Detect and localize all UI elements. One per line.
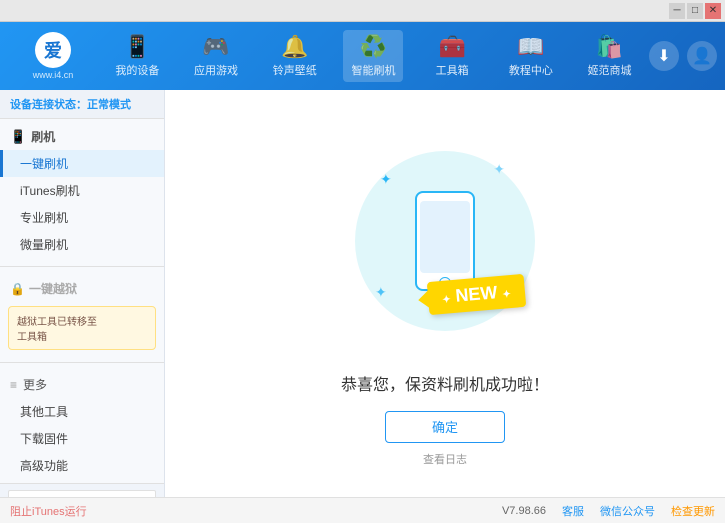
success-text: 恭喜您，保资料刷机成功啦！ — [341, 371, 549, 395]
nav-item-ringtone[interactable]: 🔔 铃声壁纸 — [265, 30, 325, 82]
top-nav: 爱 www.i4.cn 📱 我的设备 🎮 应用游戏 🔔 铃声壁纸 ♻️ 智能刷机… — [0, 22, 725, 90]
nav-right: ⬇ 👤 — [649, 41, 717, 71]
apps-icon: 🎮 — [202, 34, 229, 60]
account-button[interactable]: 👤 — [687, 41, 717, 71]
nav-label-tutorial: 教程中心 — [509, 62, 553, 78]
auto-detect-checkbox[interactable]: 自动检测 — [13, 495, 72, 497]
flash-section-label: 刷机 — [31, 128, 55, 145]
tools-icon: 🧰 — [438, 34, 465, 60]
logo-area: 爱 www.i4.cn — [8, 32, 98, 80]
stop-itunes-button[interactable]: 阻止iTunes运行 — [10, 503, 87, 519]
wechat-link[interactable]: 微信公众号 — [600, 503, 655, 519]
title-bar: ─ □ ✕ — [0, 0, 725, 22]
nav-label-apps: 应用游戏 — [194, 62, 238, 78]
flash-section-header: 📱 刷机 — [0, 123, 164, 150]
main-area: 设备连接状态：正常模式 📱 刷机 一键刷机 iTunes刷机 专业刷机 微量刷机… — [0, 90, 725, 497]
status-right: V7.98.66 客服 微信公众号 检查更新 — [502, 503, 715, 519]
skip-guide-label: 跳过向导 — [95, 495, 139, 497]
sidebar-item-advanced[interactable]: 高级功能 — [0, 452, 164, 479]
shop-icon: 🛍️ — [596, 34, 623, 60]
logo-icon: 爱 — [35, 32, 71, 68]
new-text: NEW — [455, 282, 499, 306]
version-text: V7.98.66 — [502, 505, 546, 517]
nav-item-apps[interactable]: 🎮 应用游戏 — [186, 30, 246, 82]
sidebar-item-itunes[interactable]: iTunes刷机 — [0, 177, 164, 204]
nav-item-tools[interactable]: 🧰 工具箱 — [422, 30, 482, 82]
more-header: ≡ 更多 — [0, 371, 164, 398]
sidebar-item-other[interactable]: 其他工具 — [0, 398, 164, 425]
sidebar-divider-1 — [0, 266, 164, 267]
success-illustration: ✦ ✦ ✦ ✦ NEW ✦ — [335, 121, 555, 361]
phone-body — [415, 191, 475, 291]
update-link[interactable]: 检查更新 — [671, 503, 715, 519]
service-link[interactable]: 客服 — [562, 503, 584, 519]
menu-icon: ≡ — [10, 378, 17, 392]
logo-website: www.i4.cn — [33, 70, 74, 80]
device-icon: 📱 — [124, 34, 151, 60]
confirm-button[interactable]: 确定 — [385, 411, 505, 443]
nav-label-device: 我的设备 — [115, 62, 159, 78]
close-button[interactable]: ✕ — [705, 3, 721, 19]
jailbreak-section: 🔒 一键越狱 越狱工具已转移至 工具箱 — [0, 271, 164, 358]
sidebar-item-micro[interactable]: 微量刷机 — [0, 231, 164, 258]
auto-detect-label: 自动检测 — [28, 495, 72, 497]
nav-item-shop[interactable]: 🛍️ 姬范商城 — [580, 30, 640, 82]
nav-label-smart: 智能刷机 — [351, 62, 395, 78]
nav-item-tutorial[interactable]: 📖 教程中心 — [501, 30, 561, 82]
download-button[interactable]: ⬇ — [649, 41, 679, 71]
sidebar-item-onekey[interactable]: 一键刷机 — [0, 150, 164, 177]
smart-icon: ♻️ — [360, 34, 387, 60]
nav-item-smart[interactable]: ♻️ 智能刷机 — [343, 30, 403, 82]
lock-icon: 🔒 — [10, 282, 25, 296]
content-area: ✦ ✦ ✦ ✦ NEW ✦ 恭喜您，保资料刷机成功啦！ 确定 查看日志 — [165, 90, 725, 497]
flash-section: 📱 刷机 一键刷机 iTunes刷机 专业刷机 微量刷机 — [0, 119, 164, 262]
jailbreak-label: 一键越狱 — [29, 280, 77, 297]
sparkle-2: ✦ — [493, 161, 505, 178]
ringtone-icon: 🔔 — [281, 34, 308, 60]
phone-screen — [420, 201, 470, 273]
maximize-button[interactable]: □ — [687, 3, 703, 19]
nav-label-tools: 工具箱 — [436, 62, 469, 78]
checkbox-area: 自动检测 跳过向导 — [8, 490, 156, 497]
device-status-value: 正常模式 — [87, 99, 131, 111]
skip-guide-checkbox[interactable]: 跳过向导 — [80, 495, 139, 497]
sparkle-3: ✦ — [375, 284, 387, 301]
phone-circle: ✦ ✦ ✦ ✦ NEW ✦ — [355, 151, 535, 331]
tutorial-icon: 📖 — [517, 34, 544, 60]
jailbreak-note: 越狱工具已转移至 工具箱 — [8, 306, 156, 350]
nav-label-ringtone: 铃声壁纸 — [273, 62, 317, 78]
sidebar: 设备连接状态：正常模式 📱 刷机 一键刷机 iTunes刷机 专业刷机 微量刷机… — [0, 90, 165, 497]
minimize-button[interactable]: ─ — [669, 3, 685, 19]
device-status-label: 设备连接状态： — [10, 99, 87, 111]
window-controls: ─ □ ✕ — [669, 3, 721, 19]
sidebar-item-download[interactable]: 下载固件 — [0, 425, 164, 452]
log-link[interactable]: 查看日志 — [423, 451, 467, 467]
more-label: 更多 — [23, 376, 47, 393]
status-bar: 阻止iTunes运行 V7.98.66 客服 微信公众号 检查更新 — [0, 497, 725, 523]
sidebar-item-pro[interactable]: 专业刷机 — [0, 204, 164, 231]
nav-items: 📱 我的设备 🎮 应用游戏 🔔 铃声壁纸 ♻️ 智能刷机 🧰 工具箱 📖 教程中… — [98, 30, 649, 82]
flash-section-icon: 📱 — [10, 129, 26, 145]
jailbreak-header: 🔒 一键越狱 — [0, 275, 164, 302]
device-status: 设备连接状态：正常模式 — [0, 90, 164, 119]
nav-label-shop: 姬范商城 — [588, 62, 632, 78]
sidebar-divider-2 — [0, 362, 164, 363]
sparkle-1: ✦ — [380, 171, 392, 188]
new-star-left: ✦ — [442, 294, 451, 306]
new-star-right: ✦ — [502, 289, 511, 301]
more-section: ≡ 更多 其他工具 下载固件 高级功能 — [0, 367, 164, 483]
nav-item-device[interactable]: 📱 我的设备 — [107, 30, 167, 82]
